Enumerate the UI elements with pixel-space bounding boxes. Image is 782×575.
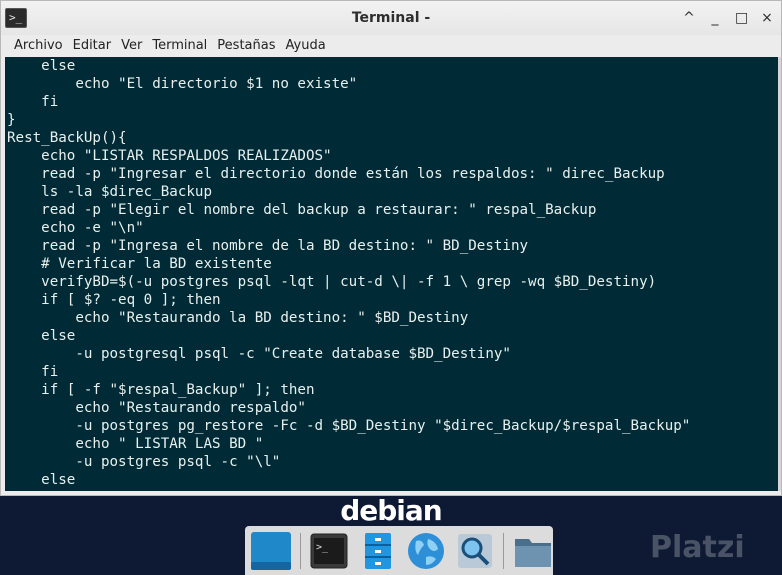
minimize-button[interactable]: _	[709, 10, 721, 26]
terminal-line: ls -la $direc_Backup	[7, 184, 212, 200]
terminal-line: fi	[7, 94, 59, 110]
menu-editar[interactable]: Editar	[68, 35, 117, 57]
window-title: Terminal -	[351, 10, 431, 26]
file-cabinet-icon	[364, 532, 391, 569]
title-bar[interactable]: >_ Terminal - ^ _ □ ×	[1, 1, 781, 35]
terminal-line: read -p "Ingresar el directorio donde es…	[7, 166, 665, 182]
menu-ayuda[interactable]: Ayuda	[281, 35, 331, 57]
terminal-line: else	[7, 472, 76, 488]
terminal-line: else	[7, 328, 76, 344]
terminal-text: else echo "El directorio $1 no existe" f…	[5, 57, 778, 489]
terminal-line: echo "El directorio $1 no existe"	[7, 76, 358, 92]
web-browser-launcher[interactable]	[406, 529, 447, 573]
magnifier-icon	[458, 533, 493, 568]
debian-logo: debian	[340, 494, 443, 527]
terminal-line: echo -e "\n"	[7, 220, 144, 236]
files-launcher[interactable]	[512, 529, 553, 573]
terminal-line: }	[7, 112, 16, 128]
terminal-line: -u postgres psql -c "\l"	[7, 454, 281, 470]
desktop-icon	[251, 531, 291, 570]
terminal-line: if [ -f "$respal_Backup" ]; then	[7, 382, 315, 398]
terminal-line: -u postgresql psql -c "Create database $…	[7, 346, 511, 362]
terminal-line: echo "Restaurando respaldo"	[7, 400, 306, 416]
terminal-line: read -p "Elegir el nombre del backup a r…	[7, 202, 597, 218]
terminal-line: verifyBD=$(-u postgres psql -lqt | cut-d…	[7, 274, 657, 290]
terminal-line: else	[7, 58, 76, 74]
svg-text:>_: >_	[316, 542, 329, 553]
terminal-line: # Verificar la BD existente	[7, 256, 272, 272]
terminal-line: fi	[7, 364, 59, 380]
window-controls: ^ _ □ ×	[683, 1, 773, 35]
terminal-window: >_ Terminal - ^ _ □ × Archivo Editar Ver…	[0, 0, 782, 496]
terminal-launcher[interactable]: >_	[309, 529, 350, 573]
terminal-line: -u postgres pg_restore -Fc -d $BD_Destin…	[7, 418, 691, 434]
terminal-line: echo " LISTAR LAS BD "	[7, 436, 264, 452]
shade-button[interactable]: ^	[683, 10, 695, 26]
show-desktop-button[interactable]	[250, 529, 292, 573]
terminal-scrollbar[interactable]	[778, 57, 781, 491]
menu-archivo[interactable]: Archivo	[9, 35, 68, 57]
dock-panel: >_	[245, 526, 553, 575]
terminal-line: echo "Restaurando la BD destino: " $BD_D…	[7, 310, 469, 326]
dock-separator	[300, 532, 301, 569]
app-finder-launcher[interactable]	[455, 529, 496, 573]
folder-icon	[514, 538, 551, 567]
terminal-line: Rest_BackUp(){	[7, 130, 127, 146]
terminal-output[interactable]: else echo "El directorio $1 no existe" f…	[5, 57, 778, 491]
close-button[interactable]: ×	[761, 10, 773, 26]
menu-bar: Archivo Editar Ver Terminal Pestañas Ayu…	[1, 35, 781, 57]
terminal-icon: >_	[310, 533, 348, 568]
menu-terminal[interactable]: Terminal	[147, 35, 212, 57]
file-cabinet-launcher[interactable]	[358, 529, 399, 573]
menu-ver[interactable]: Ver	[116, 35, 147, 57]
dock-separator	[503, 532, 505, 569]
watermark: Platzi	[650, 530, 745, 565]
maximize-button[interactable]: □	[735, 10, 748, 26]
terminal-line: echo "LISTAR RESPALDOS REALIZADOS"	[7, 148, 332, 164]
menu-pestanas[interactable]: Pestañas	[212, 35, 280, 57]
terminal-line: read -p "Ingresa el nombre de la BD dest…	[7, 238, 529, 254]
globe-icon	[408, 532, 445, 569]
terminal-line: if [ $? -eq 0 ]; then	[7, 292, 221, 308]
